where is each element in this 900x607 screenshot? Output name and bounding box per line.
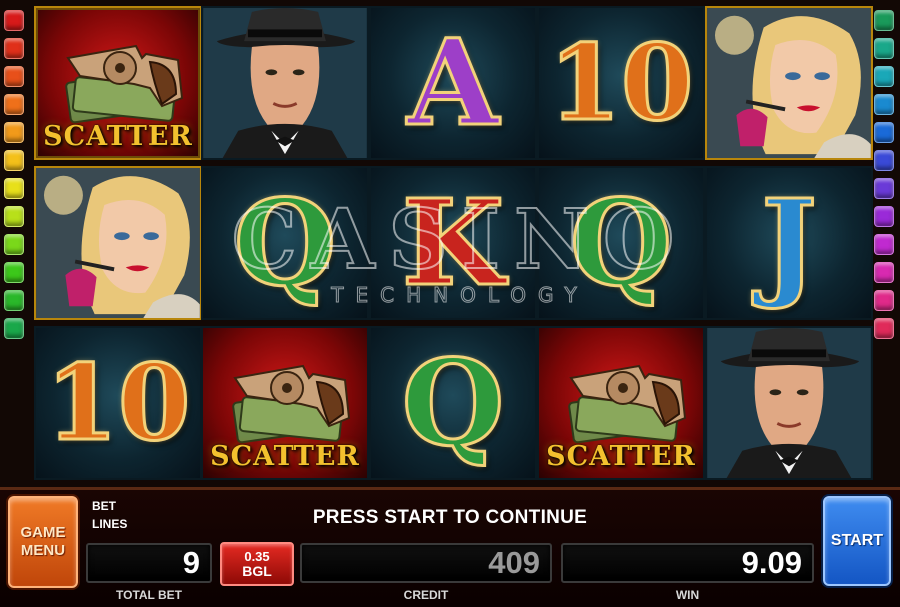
lines-label: LINES (92, 517, 128, 531)
number-10-symbol: 10 (537, 6, 705, 160)
payline-indicator (4, 150, 24, 171)
symbol-glyph: 10 (547, 21, 695, 144)
payline-indicator (874, 122, 894, 143)
start-button[interactable]: START (823, 496, 891, 586)
payline-indicator (4, 318, 24, 339)
lady-symbol (34, 166, 202, 320)
letter-k-symbol: K (369, 166, 537, 320)
bet-label: BET (92, 499, 116, 513)
win-value: 9.09 (741, 545, 802, 580)
payline-indicator (874, 290, 894, 311)
gangster-character-icon (203, 8, 367, 158)
lady-character-icon (36, 168, 200, 318)
reel-5: J (705, 6, 873, 480)
symbol-glyph: Q (400, 333, 506, 472)
revolver-money-icon (568, 364, 687, 444)
denomination-value: 0.35 (244, 549, 270, 564)
scatter-symbol: SCATTER (537, 326, 705, 480)
letter-j-symbol: J (705, 166, 873, 320)
payline-indicator (874, 66, 894, 87)
payline-indicator (4, 178, 24, 199)
credit-display: 409 (300, 543, 552, 583)
payline-indicator (4, 262, 24, 283)
payline-indicator (4, 122, 24, 143)
letter-q-symbol: Q (537, 166, 705, 320)
win-display: 9.09 (561, 543, 814, 583)
lady-character-icon (707, 8, 871, 158)
letter-q-symbol: Q (369, 326, 537, 480)
symbol-glyph: Q (568, 173, 674, 312)
number-10-symbol: 10 (34, 326, 202, 480)
reel-2: Q SCATTER (201, 6, 369, 480)
reel-area: SCATTER 10 Q SCATTER A K Q 10 Q SCATTER … (0, 0, 900, 490)
total-bet-display: 9 (86, 543, 212, 583)
credit-value: 409 (488, 545, 540, 580)
symbol-glyph: J (760, 173, 819, 312)
gangster-character-icon (707, 328, 871, 478)
credit-label: CREDIT (403, 588, 449, 602)
control-panel: GAME MENU BET LINES PRESS START TO CONTI… (0, 490, 900, 607)
payline-indicator (874, 150, 894, 171)
start-label: START (830, 532, 884, 549)
game-menu-label: GAME MENU (20, 524, 66, 559)
line-indicators-right (874, 10, 896, 339)
win-label: WIN (675, 588, 700, 602)
payline-indicator (4, 38, 24, 59)
letter-a-symbol: A (369, 6, 537, 160)
total-bet-value: 9 (182, 545, 200, 580)
payline-indicator (874, 206, 894, 227)
line-indicators-left (4, 10, 26, 339)
total-bet-label: TOTAL BET (116, 588, 182, 602)
payline-indicator (874, 178, 894, 199)
payline-indicator (4, 234, 24, 255)
payline-indicator (4, 290, 24, 311)
reel-4: 10 Q SCATTER (537, 6, 705, 480)
gangster-symbol (705, 326, 873, 480)
payline-indicator (4, 10, 24, 31)
payline-indicator (4, 206, 24, 227)
scatter-label: SCATTER (210, 441, 360, 472)
game-menu-button[interactable]: GAME MENU (8, 496, 78, 588)
revolver-money-icon (232, 364, 351, 444)
reel-1: SCATTER 10 (34, 6, 202, 480)
payline-indicator (4, 66, 24, 87)
reel-3: AKQ (369, 6, 537, 480)
payline-indicator (874, 318, 894, 339)
lady-symbol (705, 6, 873, 160)
denomination-currency: BGL (242, 562, 272, 579)
scatter-label: SCATTER (546, 441, 696, 472)
payline-indicator (874, 262, 894, 283)
scatter-symbol: SCATTER (201, 326, 369, 480)
revolver-money-icon (65, 44, 184, 124)
symbol-glyph: K (400, 173, 506, 312)
status-message: PRESS START TO CONTINUE (312, 507, 588, 528)
payline-indicator (874, 10, 894, 31)
scatter-label: SCATTER (43, 121, 193, 152)
payline-indicator (4, 94, 24, 115)
gangster-symbol (201, 6, 369, 160)
symbol-glyph: 10 (44, 341, 192, 464)
payline-indicator (874, 38, 894, 59)
symbol-glyph: Q (232, 173, 338, 312)
payline-indicator (874, 234, 894, 255)
denomination-button[interactable]: 0.35 BGL (220, 542, 294, 586)
scatter-symbol: SCATTER (34, 6, 202, 160)
payline-indicator (874, 94, 894, 115)
letter-q-symbol: Q (201, 166, 369, 320)
symbol-glyph: A (406, 13, 501, 152)
